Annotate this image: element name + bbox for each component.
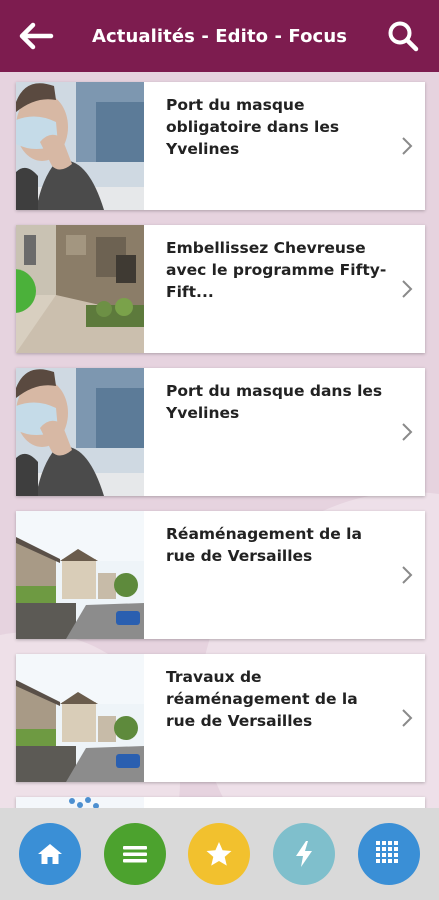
articles-list: Port du masque obligatoire dans les Yvel… <box>16 82 426 830</box>
article-title: Embellissez Chevreuse avec le programme … <box>166 239 387 301</box>
alerts-button[interactable] <box>273 823 336 885</box>
article-thumbnail <box>16 511 144 639</box>
search-button[interactable] <box>367 0 439 72</box>
home-button[interactable] <box>19 823 82 885</box>
article-thumbnail <box>16 368 144 496</box>
menu-button[interactable] <box>103 823 166 885</box>
back-button[interactable] <box>0 0 72 72</box>
article-thumbnail <box>16 225 144 353</box>
lightning-icon <box>296 841 313 867</box>
chevron-right-icon <box>402 137 413 155</box>
app-header: Actualités - Edito - Focus <box>0 0 439 72</box>
favorites-button[interactable] <box>188 823 251 885</box>
list-item[interactable]: Embellissez Chevreuse avec le programme … <box>16 225 425 353</box>
home-icon <box>38 844 63 864</box>
article-title: Port du masque obligatoire dans les Yvel… <box>166 96 340 158</box>
menu-icon <box>122 846 147 863</box>
article-title: Port du masque dans les Yvelines <box>166 382 383 422</box>
bottom-navigation <box>0 808 439 900</box>
article-thumbnail <box>16 654 144 782</box>
apps-grid-button[interactable] <box>357 823 420 885</box>
search-icon <box>388 21 419 52</box>
list-item[interactable]: Travaux de réaménagement de la rue de Ve… <box>16 654 425 782</box>
chevron-right-icon <box>402 280 413 298</box>
list-item[interactable]: Port du masque obligatoire dans les Yvel… <box>16 82 425 210</box>
article-title: Réaménagement de la rue de Versailles <box>166 525 362 565</box>
page-title: Actualités - Edito - Focus <box>91 25 348 47</box>
arrow-left-icon <box>19 22 54 50</box>
chevron-right-icon <box>402 423 413 441</box>
chevron-right-icon <box>402 709 413 727</box>
grid-icon <box>375 841 398 863</box>
list-item[interactable]: Port du masque dans les Yvelines <box>16 368 425 496</box>
chevron-right-icon <box>402 566 413 584</box>
list-item[interactable]: Réaménagement de la rue de Versailles <box>16 511 425 639</box>
article-thumbnail <box>16 82 144 210</box>
star-icon <box>206 842 232 866</box>
article-title: Travaux de réaménagement de la rue de Ve… <box>166 668 358 730</box>
